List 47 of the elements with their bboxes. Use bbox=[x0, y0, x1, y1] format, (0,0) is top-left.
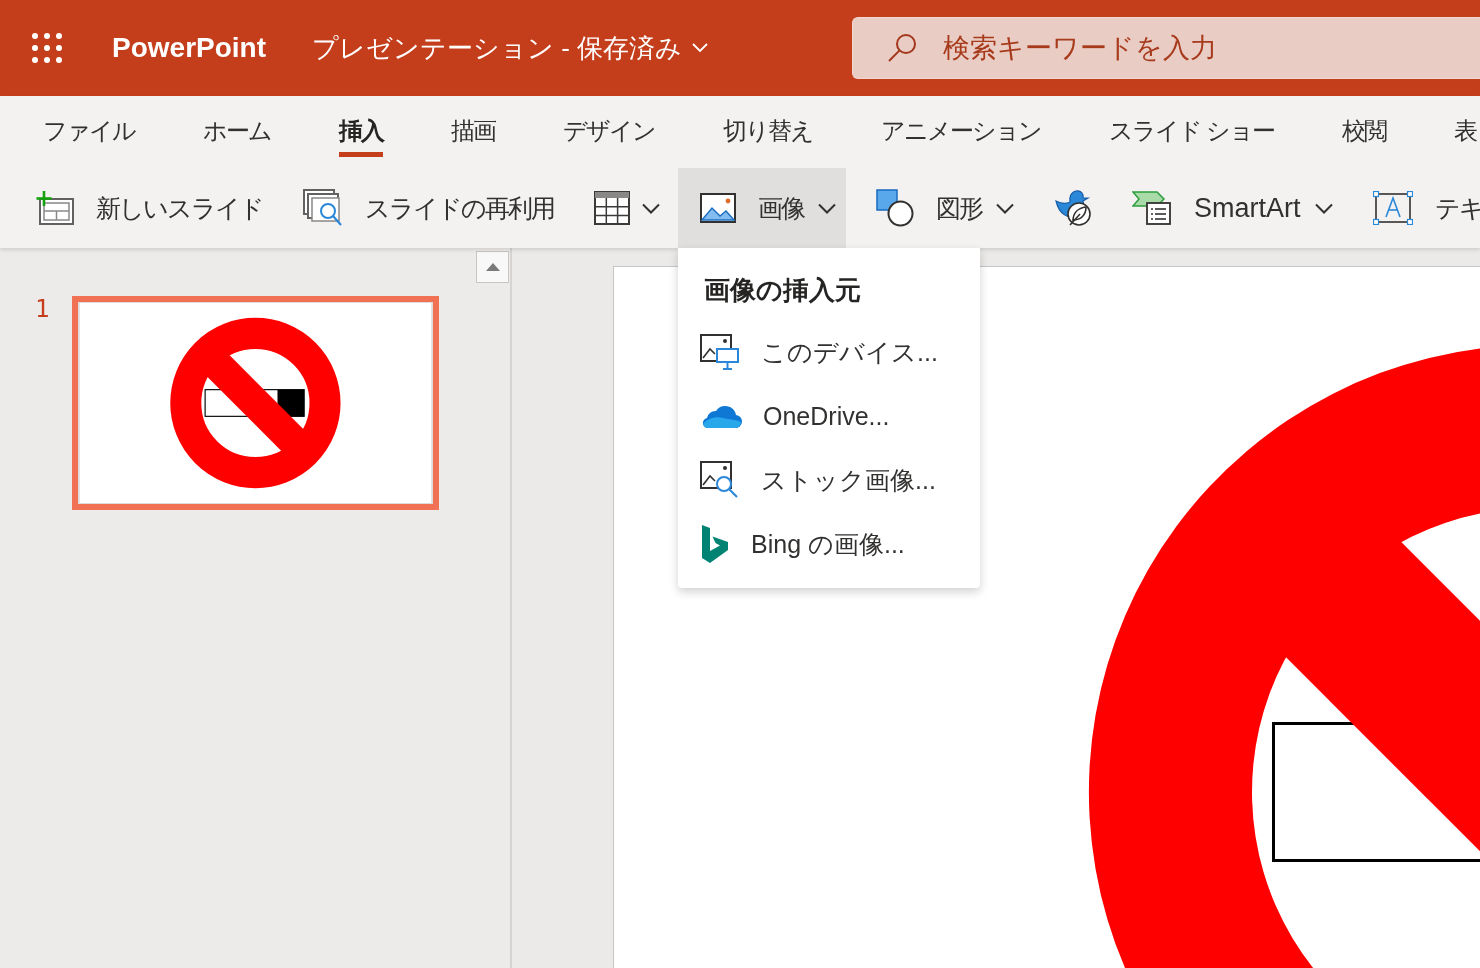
chevron-down-icon bbox=[818, 202, 836, 214]
app-launcher-button[interactable] bbox=[32, 33, 62, 63]
triangle-up-icon bbox=[485, 263, 500, 271]
chevron-down-icon bbox=[996, 202, 1014, 214]
text-box-icon bbox=[1372, 191, 1413, 225]
text-box-button[interactable]: テキ bbox=[1350, 168, 1480, 248]
chevron-down-icon bbox=[692, 43, 709, 53]
new-slide-button[interactable]: 新しいスライド bbox=[14, 168, 273, 248]
menu-item[interactable]: ストック画像... bbox=[678, 448, 980, 512]
chevron-down-icon bbox=[642, 202, 660, 214]
chevron-down-icon bbox=[1314, 202, 1333, 214]
ribbon-tab[interactable]: アニメーション bbox=[847, 96, 1075, 166]
bird-leaf-icon bbox=[1054, 189, 1092, 227]
smartart-button[interactable]: SmartArt bbox=[1110, 168, 1343, 248]
menu-item[interactable]: Bing の画像... bbox=[678, 512, 980, 576]
document-title-button[interactable]: プレゼンテーション - 保存済み bbox=[312, 30, 709, 66]
picture-monitor-icon bbox=[700, 334, 740, 370]
grid-dots-icon bbox=[32, 33, 62, 63]
picture-icon bbox=[700, 193, 736, 223]
slide-plus-icon bbox=[36, 191, 74, 225]
shapes-button[interactable]: 図形 bbox=[854, 168, 1024, 248]
menu-title: 画像の挿入元 bbox=[703, 275, 862, 305]
scroll-up-button[interactable] bbox=[476, 251, 509, 283]
ribbon-tab[interactable]: 表 bbox=[1419, 96, 1480, 166]
ribbon-tab[interactable]: スライド ショー bbox=[1075, 96, 1308, 166]
search-icon bbox=[887, 33, 917, 63]
search-field[interactable]: 検索キーワードを入力 bbox=[852, 17, 1480, 79]
cloud-icon bbox=[700, 403, 742, 429]
pictures-button[interactable]: 画像 bbox=[678, 168, 846, 248]
square-circle-icon bbox=[876, 189, 914, 227]
b-shaped-logo-icon bbox=[700, 524, 730, 564]
ribbon-tab[interactable]: 校閲 bbox=[1307, 96, 1420, 166]
ribbon-tab[interactable]: 挿入 bbox=[305, 96, 417, 166]
table-grid-icon bbox=[594, 191, 630, 225]
app-name: PowerPoint bbox=[112, 32, 266, 64]
slide-stack-search-icon bbox=[303, 189, 343, 227]
banner-list-icon bbox=[1132, 191, 1172, 225]
reuse-slides-button[interactable]: スライドの再利用 bbox=[281, 168, 564, 248]
picture-search-icon bbox=[700, 461, 740, 499]
ribbon-tab[interactable]: ファイル bbox=[9, 96, 169, 166]
menu-item[interactable]: OneDrive... bbox=[678, 384, 980, 448]
ribbon-tab[interactable]: 描画 bbox=[417, 96, 529, 166]
ribbon-tab[interactable]: 切り替え bbox=[689, 96, 847, 166]
menu-item[interactable]: このデバイス... bbox=[678, 320, 980, 384]
slide-number: 1 bbox=[35, 296, 51, 322]
ribbon-tab[interactable]: デザイン bbox=[529, 96, 689, 166]
ribbon-tab[interactable]: ホーム bbox=[169, 96, 305, 166]
